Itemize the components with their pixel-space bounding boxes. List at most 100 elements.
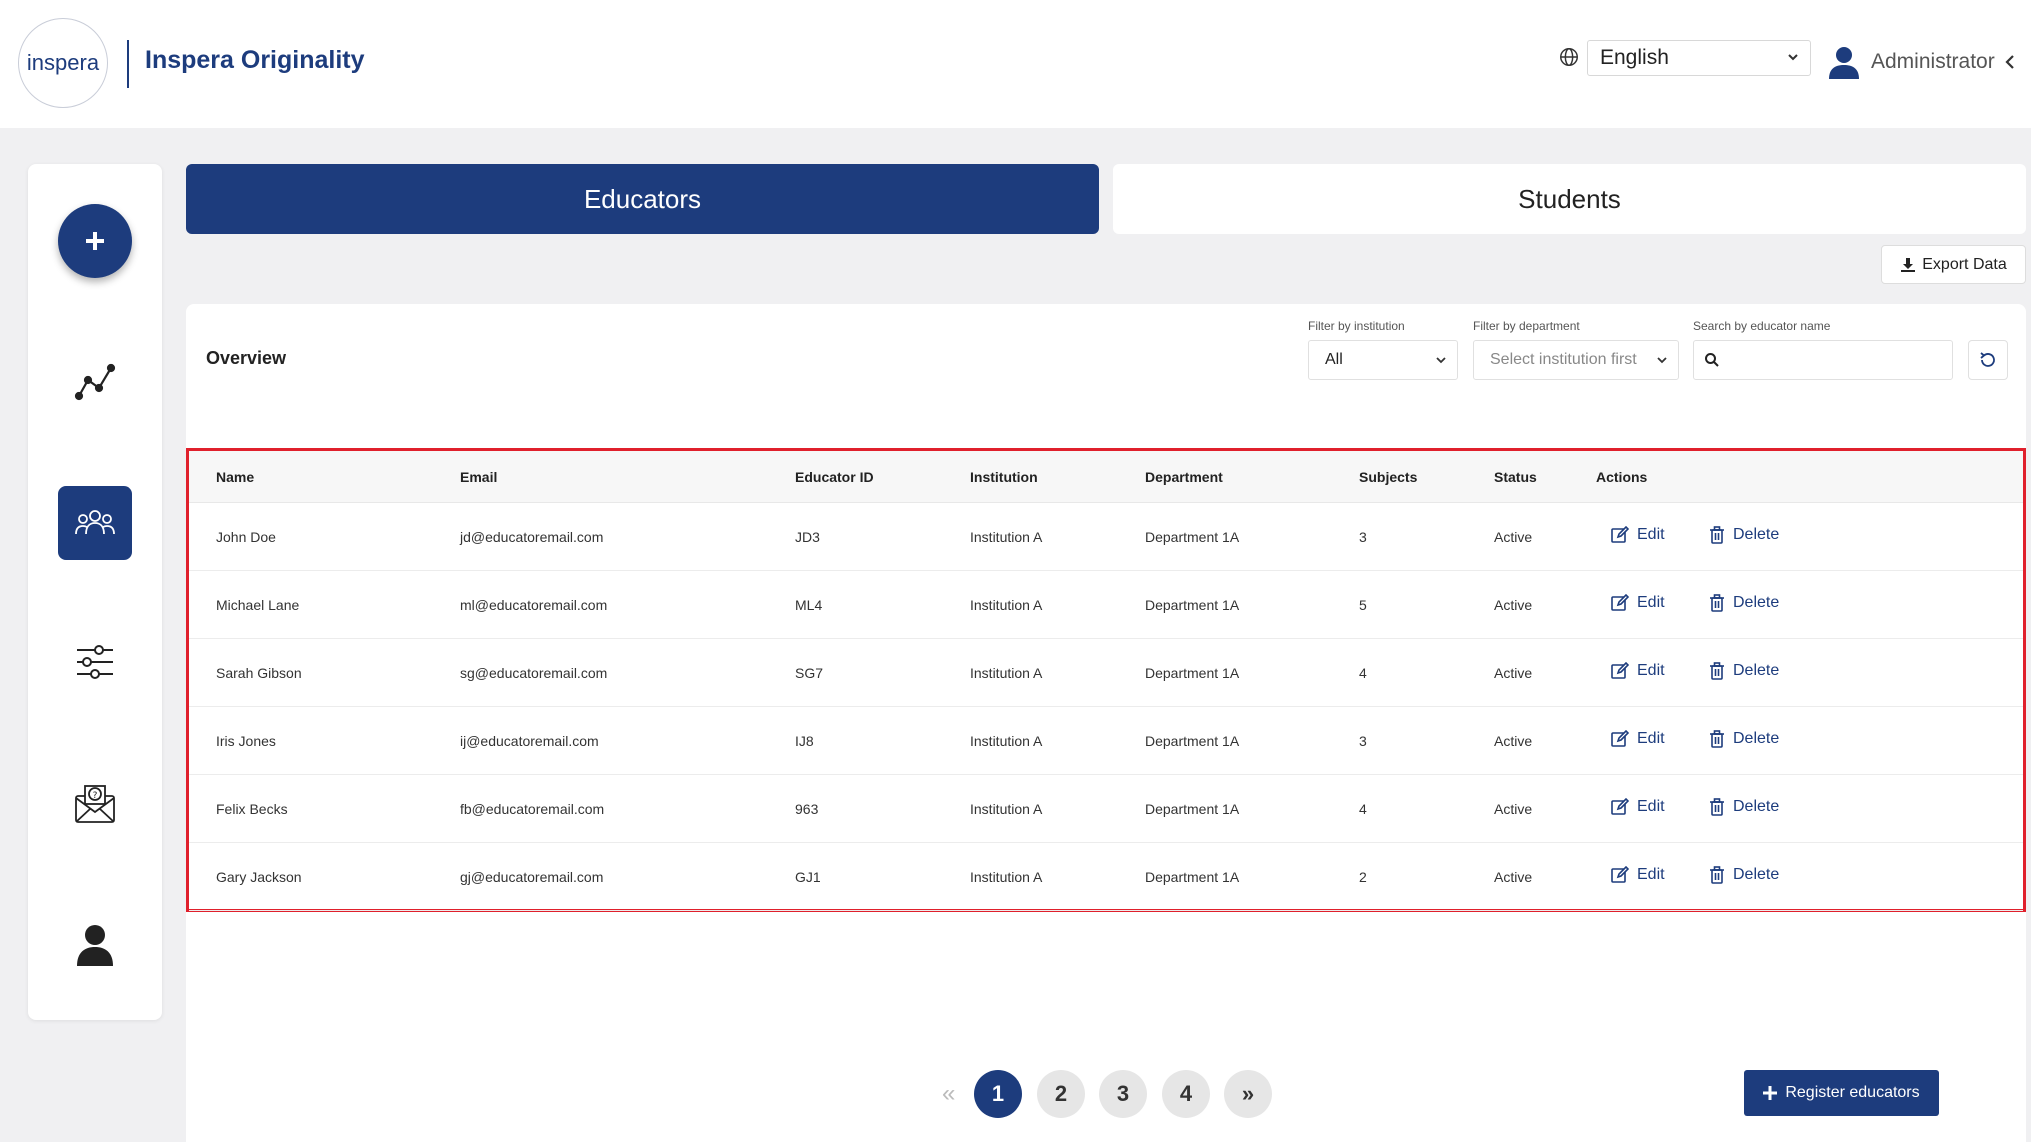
line-chart-icon <box>74 363 116 401</box>
edit-button[interactable]: Edit <box>1611 866 1665 884</box>
cell-status: Active <box>1494 665 1533 681</box>
column-header: Subjects <box>1359 469 1418 485</box>
add-button[interactable] <box>58 204 132 278</box>
edit-button[interactable]: Edit <box>1611 662 1665 680</box>
table-row: Michael Lane ml@educatoremail.com ML4 Insti… <box>189 571 2023 639</box>
cell-subjects: 4 <box>1359 801 1367 817</box>
column-header: Status <box>1494 469 1537 485</box>
table-row: Iris Jones ij@educatoremail.com IJ8 Institu… <box>189 707 2023 775</box>
edit-icon <box>1611 866 1629 883</box>
sidebar-item-profile[interactable] <box>67 916 123 972</box>
search-label: Search by educator name <box>1693 319 1831 333</box>
filter-department-label: Filter by department <box>1473 319 1580 333</box>
delete-button[interactable]: Delete <box>1709 594 1779 612</box>
edit-icon <box>1611 526 1629 543</box>
delete-label: Delete <box>1733 526 1780 543</box>
sidebar-item-analytics[interactable] <box>67 354 123 410</box>
export-data-button[interactable]: Export Data <box>1881 245 2026 284</box>
sidebar-item-users[interactable] <box>58 486 132 560</box>
edit-button[interactable]: Edit <box>1611 730 1665 748</box>
plus-icon <box>1763 1086 1778 1100</box>
register-educators-button[interactable]: Register educators <box>1744 1070 1939 1116</box>
chevron-down-icon <box>1657 357 1667 364</box>
sliders-icon <box>77 645 113 679</box>
users-group-icon <box>75 510 115 535</box>
tab-educators[interactable]: Educators <box>186 164 1099 234</box>
column-header: Educator ID <box>795 469 874 485</box>
filter-institution-select[interactable]: All <box>1308 340 1458 380</box>
delete-label: Delete <box>1733 798 1780 815</box>
refresh-button[interactable] <box>1968 340 2008 380</box>
pagination-next[interactable]: » <box>1224 1070 1272 1118</box>
refresh-icon <box>1980 352 1995 367</box>
trash-icon <box>1710 730 1724 748</box>
search-input[interactable] <box>1693 340 1953 380</box>
user-icon <box>77 925 113 966</box>
overview-panel: Overview Filter by institution All Filte… <box>186 304 2026 1142</box>
logo-text: inspera <box>26 50 100 75</box>
cell-department: Department 1A <box>1145 597 1240 613</box>
cell-department: Department 1A <box>1145 529 1240 545</box>
cell-institution: Institution A <box>970 801 1043 817</box>
cell-email: ij@educatoremail.com <box>460 733 599 749</box>
page-button-3[interactable]: 3 <box>1099 1070 1147 1118</box>
cell-name: Felix Becks <box>216 801 288 817</box>
delete-button[interactable]: Delete <box>1709 526 1779 544</box>
edit-label: Edit <box>1637 662 1665 679</box>
cell-institution: Institution A <box>970 529 1043 545</box>
cell-department: Department 1A <box>1145 869 1240 885</box>
cell-status: Active <box>1494 597 1533 613</box>
table-header: Name Email Educator ID Institution Depar… <box>189 451 2023 503</box>
edit-icon <box>1611 594 1629 611</box>
chevron-down-icon <box>1436 357 1446 364</box>
delete-button[interactable]: Delete <box>1709 866 1779 884</box>
delete-button[interactable]: Delete <box>1709 798 1779 816</box>
column-header: Actions <box>1596 469 1648 485</box>
edit-label: Edit <box>1637 866 1665 883</box>
filter-department-select[interactable]: Select institution first <box>1473 340 1679 380</box>
page-button-1[interactable]: 1 <box>974 1070 1022 1118</box>
cell-subjects: 3 <box>1359 733 1367 749</box>
edit-button[interactable]: Edit <box>1611 798 1665 816</box>
user-icon[interactable] <box>1826 44 1862 80</box>
plus-icon <box>86 232 104 250</box>
page-button-2[interactable]: 2 <box>1037 1070 1085 1118</box>
delete-button[interactable]: Delete <box>1709 662 1779 680</box>
edit-label: Edit <box>1637 730 1665 747</box>
cell-institution: Institution A <box>970 665 1043 681</box>
delete-button[interactable]: Delete <box>1709 730 1779 748</box>
cell-institution: Institution A <box>970 597 1043 613</box>
cell-email: gj@educatoremail.com <box>460 869 604 885</box>
edit-button[interactable]: Edit <box>1611 526 1665 544</box>
cell-subjects: 2 <box>1359 869 1367 885</box>
table-row: Felix Becks fb@educatoremail.com 963 Instit… <box>189 775 2023 843</box>
delete-label: Delete <box>1733 594 1780 611</box>
delete-label: Delete <box>1733 866 1780 883</box>
chevron-left-icon[interactable] <box>2003 54 2017 70</box>
cell-name: Sarah Gibson <box>216 665 302 681</box>
globe-icon <box>1560 48 1578 66</box>
cell-name: Gary Jackson <box>216 869 302 885</box>
cell-institution: Institution A <box>970 869 1043 885</box>
cell-name: Michael Lane <box>216 597 300 613</box>
cell-email: fb@educatoremail.com <box>460 801 605 817</box>
trash-icon <box>1710 662 1724 680</box>
tab-students[interactable]: Students <box>1113 164 2026 234</box>
cell-name: John Doe <box>216 529 276 545</box>
inspera-logo[interactable]: inspera <box>18 18 108 108</box>
cell-email: sg@educatoremail.com <box>460 665 608 681</box>
sidebar-item-support[interactable]: ? <box>67 776 123 832</box>
page-button-4[interactable]: 4 <box>1162 1070 1210 1118</box>
sidebar-item-settings[interactable] <box>67 634 123 690</box>
cell-id: ML4 <box>795 597 823 613</box>
edit-button[interactable]: Edit <box>1611 594 1665 612</box>
cell-department: Department 1A <box>1145 733 1240 749</box>
educators-table: Name Email Educator ID Institution Depar… <box>186 448 2026 912</box>
language-select[interactable]: English <box>1587 40 1811 76</box>
download-icon <box>1901 257 1916 272</box>
cell-id: GJ1 <box>795 869 821 885</box>
cell-id: IJ8 <box>795 733 814 749</box>
user-name[interactable]: Administrator <box>1871 50 1995 74</box>
cell-id: JD3 <box>795 529 820 545</box>
language-value: English <box>1600 46 1669 69</box>
